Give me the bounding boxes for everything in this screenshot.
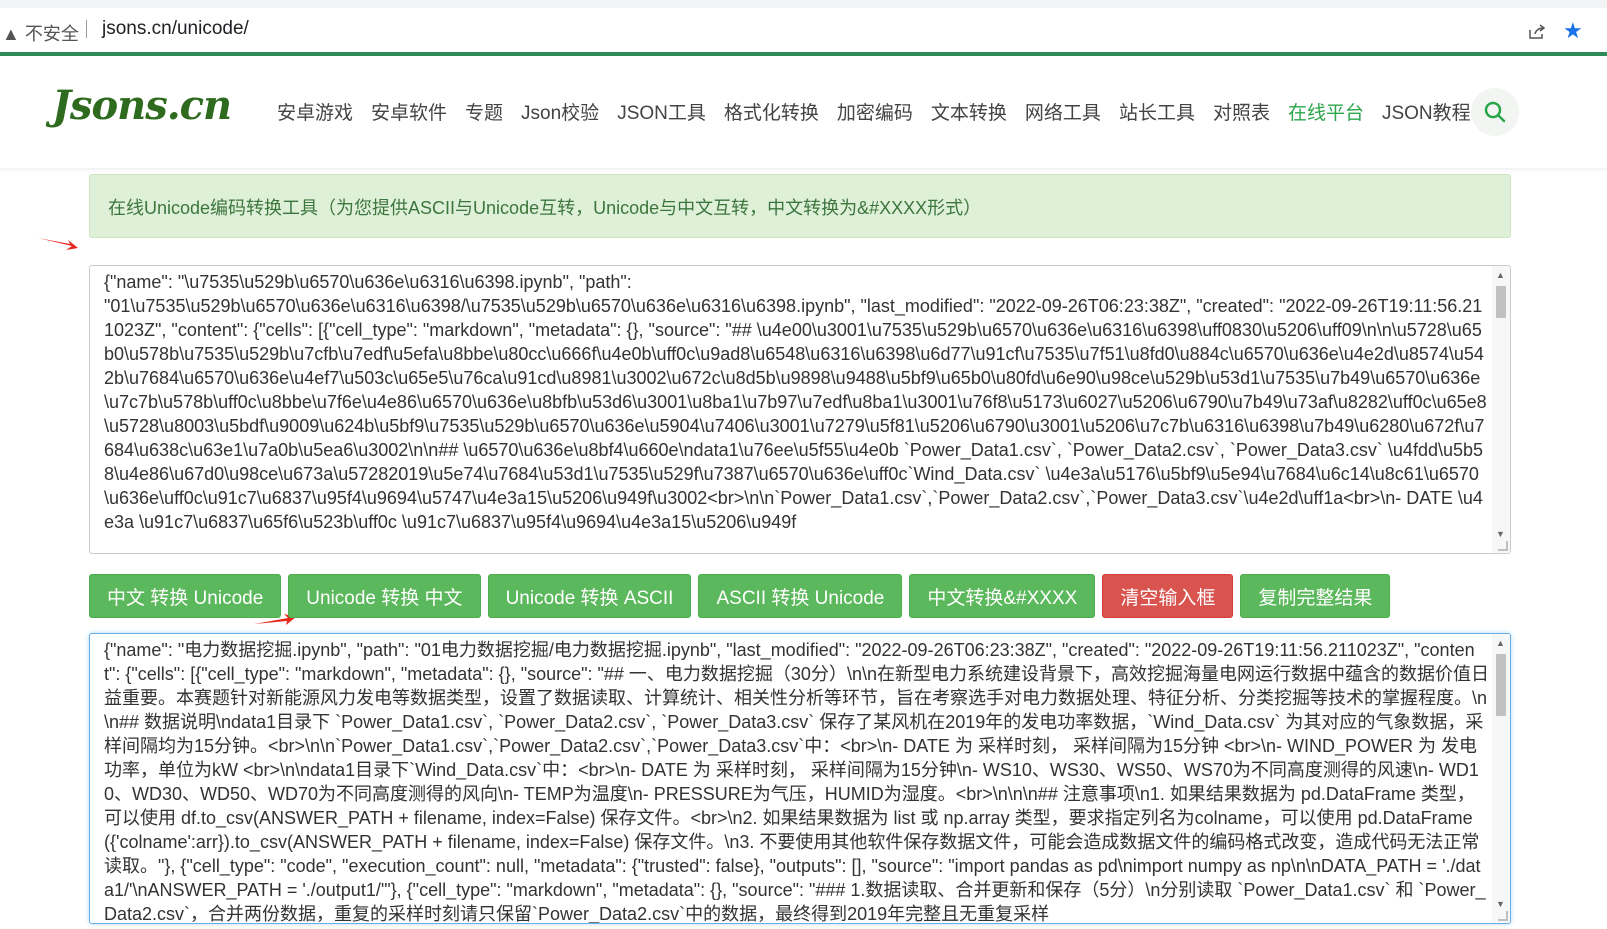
nav-item[interactable]: 格式化转换 (715, 98, 828, 125)
scroll-down-icon[interactable]: ▼ (1496, 899, 1505, 909)
zh-to-entity-button[interactable]: 中文转换&#XXXX (909, 574, 1096, 618)
output-text: {"name": "电力数据挖掘.ipynb", "path": "01电力数据… (104, 640, 1489, 924)
search-button[interactable] (1471, 88, 1519, 136)
nav-item[interactable]: JSON工具 (608, 98, 715, 125)
insecure-warning[interactable]: ▲ 不安全 (2, 20, 79, 46)
resize-handle[interactable] (1498, 911, 1508, 921)
input-text: {"name": "\u7535\u529b\u6570\u636e\u6316… (104, 272, 1487, 532)
input-scrollbar[interactable]: ▲ ▼ (1492, 266, 1510, 553)
unicode-to-zh-button[interactable]: Unicode 转换 中文 (288, 574, 481, 618)
tool-description: 在线Unicode编码转换工具（为您提供ASCII与Unicode互转，Unic… (89, 174, 1511, 238)
ascii-to-unicode-button[interactable]: ASCII 转换 Unicode (698, 574, 903, 618)
scroll-thumb[interactable] (1496, 286, 1506, 318)
resize-handle[interactable] (1498, 541, 1508, 551)
browser-address-bar: ▲ 不安全 jsons.cn/unicode/ ★ (0, 0, 1607, 52)
main-nav: 安卓游戏 安卓软件 专题 Json校验 JSON工具 格式化转换 加密编码 文本转换 网络工具站… (268, 98, 1480, 125)
nav-item[interactable]: 在线平台 (1279, 98, 1373, 125)
nav-item[interactable]: 专题 (456, 98, 512, 125)
site-header: Jsons.cn 安卓游戏 安卓软件 专题 Json校验 JSON工具 格式化转换 加密编码… (0, 56, 1607, 168)
site-logo[interactable]: Jsons.cn (52, 82, 232, 129)
nav-item[interactable]: 站长工具 (1110, 98, 1204, 125)
action-buttons: 中文 转换 Unicode Unicode 转换 中文 Unicode 转换 ASC… (89, 574, 1391, 618)
scroll-down-icon[interactable]: ▼ (1496, 529, 1505, 539)
address-separator (86, 20, 87, 38)
unicode-to-ascii-button[interactable]: Unicode 转换 ASCII (487, 574, 692, 618)
nav-item[interactable]: 网络工具 (1016, 98, 1110, 125)
bookmark-star-icon[interactable]: ★ (1563, 18, 1583, 44)
nav-item[interactable]: 加密编码 (828, 98, 922, 125)
unicode-input-textarea[interactable]: {"name": "\u7535\u529b\u6570\u636e\u6316… (89, 265, 1511, 554)
nav-item[interactable]: 对照表 (1204, 98, 1279, 125)
clear-input-button[interactable]: 清空输入框 (1102, 574, 1234, 618)
zh-to-unicode-button[interactable]: 中文 转换 Unicode (89, 574, 282, 618)
scroll-up-icon[interactable]: ▲ (1496, 270, 1505, 280)
search-icon (1484, 101, 1506, 123)
nav-item[interactable]: JSON教程 (1373, 98, 1480, 125)
scroll-thumb[interactable] (1496, 654, 1506, 716)
nav-item[interactable]: 安卓软件 (362, 98, 456, 125)
copy-result-button[interactable]: 复制完整结果 (1240, 574, 1391, 618)
share-icon[interactable] (1528, 24, 1546, 40)
warning-icon: ▲ (2, 24, 20, 44)
nav-item[interactable]: Json校验 (512, 98, 608, 125)
annotation-arrow-icon (38, 238, 78, 250)
url-field[interactable]: jsons.cn/unicode/ (102, 18, 249, 40)
unicode-output-textarea[interactable]: {"name": "电力数据挖掘.ipynb", "path": "01电力数据… (89, 633, 1511, 924)
scroll-up-icon[interactable]: ▲ (1496, 638, 1505, 648)
nav-item[interactable]: 文本转换 (922, 98, 1016, 125)
nav-item[interactable]: 安卓游戏 (268, 98, 362, 125)
output-scrollbar[interactable]: ▲ ▼ (1492, 634, 1510, 923)
security-label: 不安全 (24, 24, 79, 44)
